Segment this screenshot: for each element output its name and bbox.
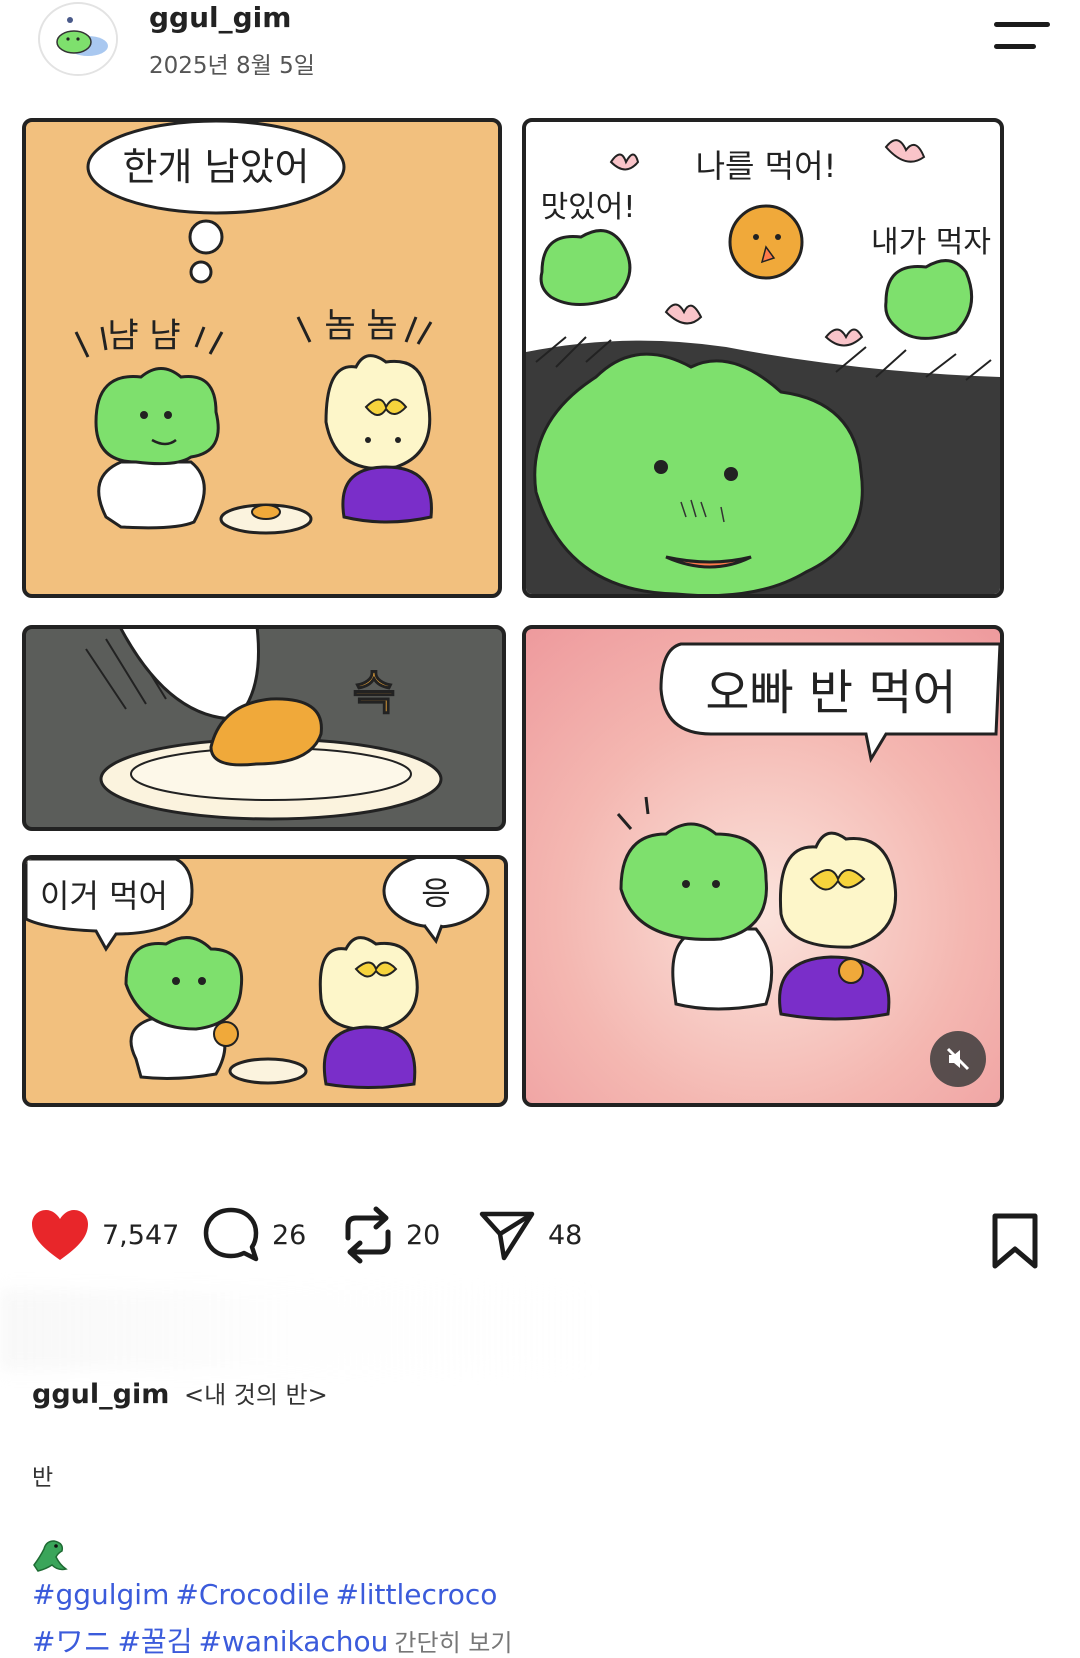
blurred-overlay: [0, 1290, 600, 1370]
panel1-bubble-text: 한개 남았어: [123, 145, 310, 189]
mute-icon[interactable]: [930, 1031, 986, 1087]
crocodile-emoji-icon: [30, 1535, 70, 1575]
hashtags-line-1: #ggulgim #Crocodile #littlecroco: [32, 1578, 503, 1611]
menu-icon[interactable]: [994, 20, 1050, 54]
post-header: ggul_gim 2025년 8월 5일: [0, 0, 1080, 110]
show-less-link[interactable]: 간단히 보기: [394, 1629, 512, 1657]
comic-panel-5: 오빠 반 먹어: [522, 625, 1004, 1107]
caption: ggul_gim <내 것의 반>: [32, 1375, 328, 1410]
share-button[interactable]: 48: [478, 1195, 582, 1275]
share-count: 48: [548, 1219, 583, 1251]
comic-panel-1: 한개 남았어 냠 냠 놈 놈: [22, 118, 502, 598]
repost-button[interactable]: 20: [342, 1195, 440, 1275]
panel2-center-text: 나를 먹어!: [696, 147, 837, 185]
comment-button[interactable]: 26: [202, 1195, 306, 1275]
post-date: 2025년 8월 5일: [149, 53, 315, 79]
heart-icon: [32, 1210, 88, 1260]
panel1-sfx-left: 냠 냠: [107, 316, 180, 356]
like-count: 7,547: [102, 1219, 180, 1251]
caption-title: <내 것의 반>: [183, 1381, 328, 1409]
comic-panel-4: 이거 먹어 응: [22, 855, 508, 1107]
like-button[interactable]: 7,547: [30, 1195, 179, 1275]
repost-count: 20: [406, 1219, 441, 1251]
hashtags-line-2: #ワニ #꿀김 #wanikachou 간단히 보기: [32, 1620, 512, 1658]
panel4-right-text: 응: [421, 874, 450, 912]
comic-panel-3: 슥: [22, 625, 506, 831]
avatar[interactable]: [38, 2, 118, 76]
comment-icon: [203, 1207, 259, 1262]
hashtag-kkulgim[interactable]: #꿀김: [117, 1625, 192, 1658]
bookmark-icon[interactable]: [990, 1213, 1040, 1269]
hashtag-crocodile[interactable]: #Crocodile: [175, 1578, 329, 1611]
panel4-left-text: 이거 먹어: [40, 877, 168, 915]
hashtag-littlecroco[interactable]: #littlecroco: [336, 1578, 498, 1611]
share-icon: [479, 1211, 535, 1261]
hashtag-ggulgim[interactable]: #ggulgim: [32, 1578, 169, 1611]
panel3-sfx-text: 슥: [353, 666, 395, 720]
post-username[interactable]: ggul_gim: [149, 1, 291, 34]
hashtag-wanikachou[interactable]: #wanikachou: [198, 1625, 388, 1658]
hashtag-wani[interactable]: #ワニ: [32, 1625, 111, 1658]
panel2-right-text: 내가 먹자: [871, 225, 991, 260]
comic-image: 한개 남았어 냠 냠 놈 놈 맛있어! 나를 먹어! 내가 먹자 슥 이거 먹어…: [0, 110, 1080, 1180]
comment-count: 26: [272, 1219, 307, 1251]
avatar-croc-image: [42, 6, 116, 74]
panel1-sfx-right: 놈 놈: [324, 306, 397, 346]
panel5-bubble-text: 오빠 반 먹어: [705, 665, 956, 721]
comic-panel-2: 맛있어! 나를 먹어! 내가 먹자: [522, 118, 1004, 598]
caption-body: 반: [32, 1465, 54, 1491]
panel2-left-text: 맛있어!: [541, 190, 636, 225]
repost-icon: [345, 1206, 391, 1264]
caption-username[interactable]: ggul_gim: [32, 1379, 169, 1410]
action-bar: 7,547 26 20 48: [0, 1195, 1080, 1275]
